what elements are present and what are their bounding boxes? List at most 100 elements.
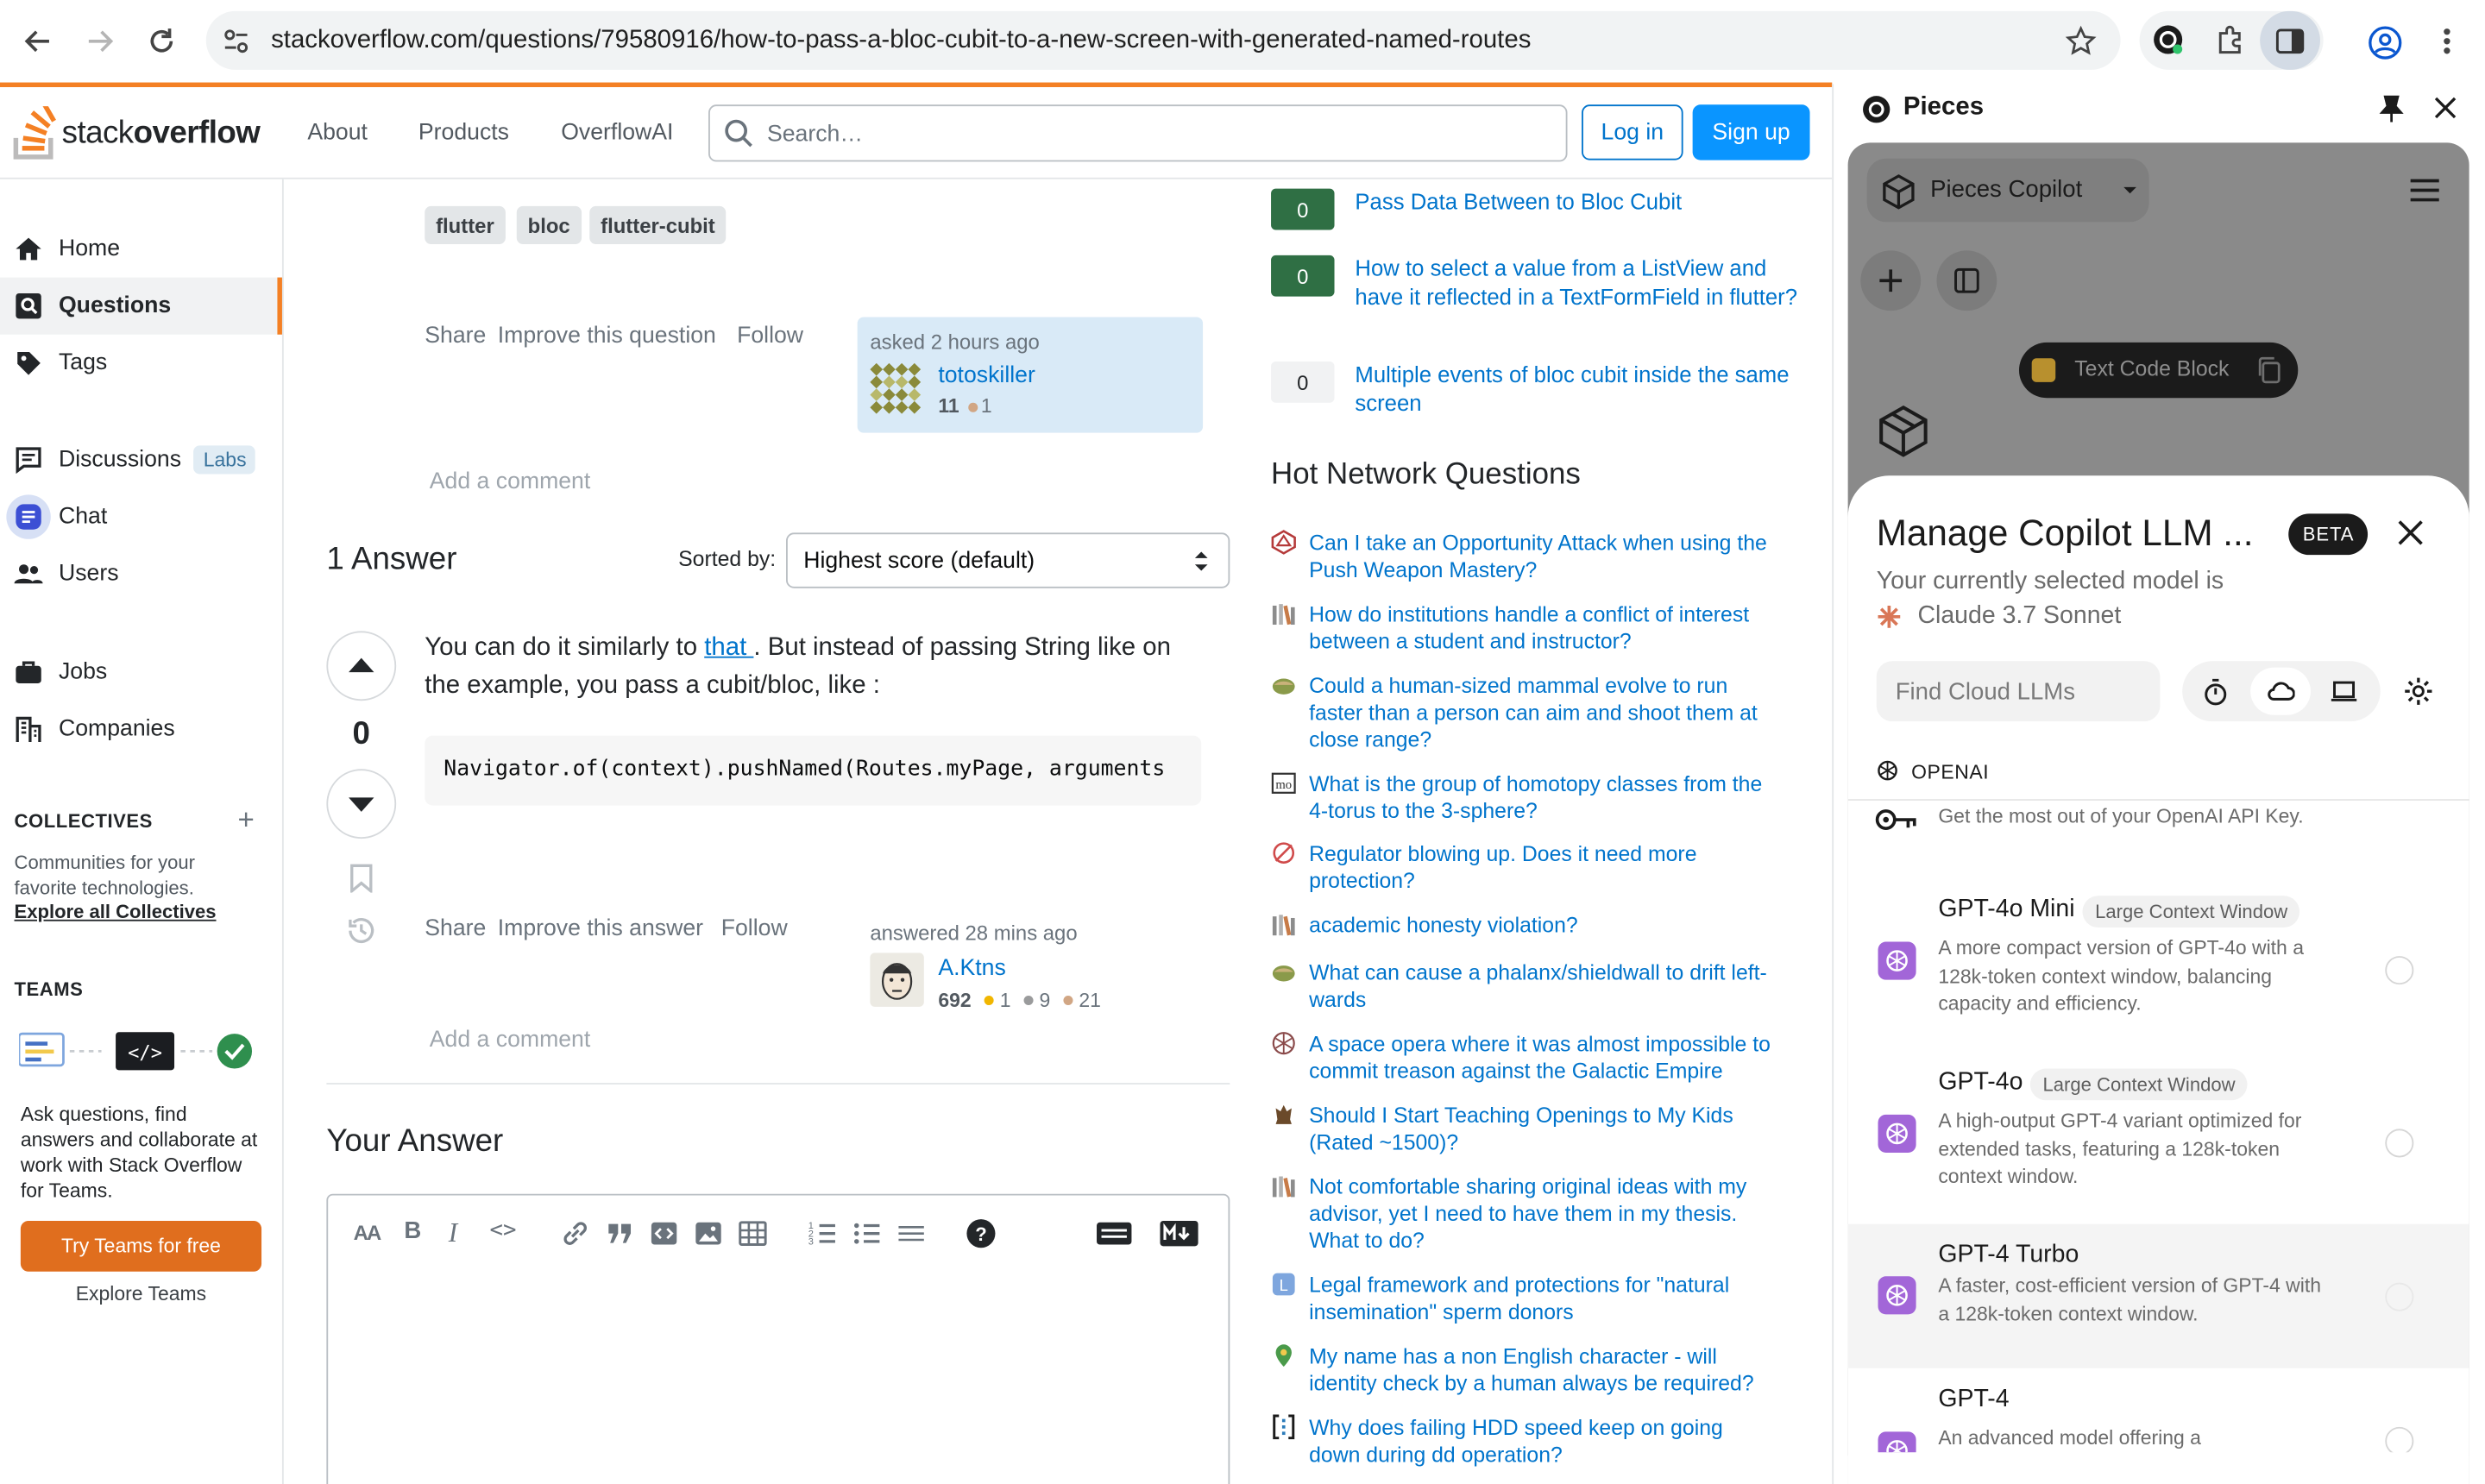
- hnq-item[interactable]: How do institutions handle a conflict of…: [1271, 601, 1778, 657]
- sidebar-item-users[interactable]: Users: [0, 545, 282, 602]
- history-icon[interactable]: [345, 915, 377, 954]
- tag-bloc[interactable]: bloc: [516, 205, 582, 244]
- question-add-comment-link[interactable]: Add a comment: [430, 469, 591, 494]
- menu-kebab-icon[interactable]: [2434, 25, 2459, 57]
- pin-icon[interactable]: [2379, 95, 2404, 131]
- explore-collectives-link[interactable]: Explore all Collectives: [15, 901, 217, 923]
- new-chat-button[interactable]: [1860, 250, 1922, 311]
- answer-improve-link[interactable]: Improve this answer: [498, 916, 703, 941]
- cloud-filter-active[interactable]: [2250, 667, 2311, 715]
- italic-icon[interactable]: I: [449, 1217, 457, 1249]
- image-icon[interactable]: [694, 1219, 722, 1248]
- bookmark-icon[interactable]: [349, 864, 374, 900]
- sidebar-item-questions[interactable]: Questions: [0, 277, 282, 335]
- model-radio[interactable]: [2385, 1129, 2414, 1158]
- model-row-gpt-4[interactable]: GPT-4 An advanced model offering a: [1848, 1386, 2469, 1453]
- sidebar-item-chat[interactable]: Chat: [0, 488, 282, 545]
- nav-products[interactable]: Products: [418, 121, 509, 146]
- model-row-gpt-4-turbo[interactable]: GPT-4 Turbo A faster, cost-efficient ver…: [1847, 1223, 2469, 1368]
- identicon-avatar[interactable]: [870, 362, 923, 417]
- explore-teams-link[interactable]: Explore Teams: [0, 1283, 282, 1305]
- blockquote-icon[interactable]: [606, 1219, 634, 1248]
- model-row-gpt-4o[interactable]: GPT-4o Large Context Window A high-outpu…: [1848, 1068, 2469, 1234]
- sort-select[interactable]: Highest score (default): [786, 532, 1230, 588]
- answerer-avatar[interactable]: [870, 953, 924, 1007]
- stackoverflow-logo[interactable]: stackoverflow: [13, 103, 274, 160]
- hnq-item[interactable]: mo What is the group of homotopy classes…: [1271, 770, 1778, 827]
- answer-share-link[interactable]: Share: [425, 916, 486, 941]
- sidebar-item-companies[interactable]: Companies: [0, 701, 282, 758]
- bold-icon[interactable]: B: [404, 1217, 421, 1244]
- hnq-item[interactable]: Not comfortable sharing original ideas w…: [1271, 1173, 1778, 1259]
- code-icon[interactable]: <>: [490, 1217, 517, 1242]
- hnq-item[interactable]: What can cause a phalanx/shieldwall to d…: [1271, 959, 1778, 1016]
- question-improve-link[interactable]: Improve this question: [498, 324, 716, 349]
- tag-flutter-cubit[interactable]: flutter-cubit: [589, 205, 727, 244]
- bookmark-star-icon[interactable]: [2065, 25, 2097, 57]
- tag-flutter[interactable]: flutter: [425, 205, 506, 244]
- code-block[interactable]: Navigator.of(context).pushNamed(Routes.m…: [425, 735, 1202, 806]
- markdown-mode-icon[interactable]: [1159, 1219, 1200, 1248]
- question-share-link[interactable]: Share: [425, 324, 486, 349]
- hamburger-menu-icon[interactable]: [2407, 176, 2442, 204]
- close-panel-icon[interactable]: [2434, 97, 2457, 127]
- sidebar-item-jobs[interactable]: Jobs: [0, 644, 282, 701]
- find-cloud-llms-input[interactable]: Find Cloud LLMs: [1876, 661, 2161, 722]
- nav-about[interactable]: About: [307, 121, 368, 146]
- link-icon[interactable]: [561, 1219, 589, 1248]
- text-code-block-chip[interactable]: Text Code Block: [2018, 342, 2299, 399]
- login-button[interactable]: Log in: [1582, 104, 1683, 160]
- related-question-3[interactable]: Multiple events of bloc cubit inside the…: [1355, 360, 1790, 417]
- search-input[interactable]: Search…: [708, 104, 1568, 162]
- hnq-item[interactable]: Could a human-sized mammal evolve to run…: [1271, 672, 1778, 758]
- profile-icon[interactable]: [2368, 25, 2402, 60]
- heading-icon[interactable]: AA: [354, 1221, 382, 1245]
- answer-link[interactable]: that: [704, 634, 753, 661]
- forward-arrow-icon[interactable]: [84, 25, 116, 57]
- answerer-name[interactable]: A.Ktns: [938, 956, 1005, 981]
- hnq-item[interactable]: Can I take an Opportunity Attack when us…: [1271, 530, 1778, 587]
- hnq-item[interactable]: academic honesty violation?: [1271, 912, 1778, 940]
- side-panel-toggle[interactable]: [2260, 10, 2320, 70]
- code-block-icon[interactable]: [650, 1219, 678, 1248]
- horizontal-rule-icon[interactable]: [897, 1219, 926, 1248]
- timer-icon[interactable]: [2203, 678, 2228, 706]
- nav-overflowai[interactable]: OverflowAI: [561, 121, 673, 146]
- answer-add-comment-link[interactable]: Add a comment: [430, 1028, 591, 1053]
- hnq-item[interactable]: Should I Start Teaching Openings to My K…: [1271, 1102, 1778, 1159]
- answer-editor[interactable]: AA B I <> 123 ?: [326, 1193, 1230, 1484]
- laptop-icon[interactable]: [2330, 680, 2358, 702]
- pieces-extension-icon[interactable]: [2152, 24, 2184, 56]
- model-radio[interactable]: [2385, 956, 2414, 985]
- copilot-selector[interactable]: Pieces Copilot: [1866, 158, 2149, 223]
- help-icon[interactable]: ?: [966, 1217, 997, 1249]
- reload-icon[interactable]: [146, 25, 178, 57]
- sidebar-item-tags[interactable]: Tags: [0, 335, 282, 392]
- api-key-row[interactable]: Get the most out of your OpenAI API Key.: [1848, 801, 2469, 877]
- toggle-preview-icon[interactable]: [1095, 1219, 1133, 1248]
- site-info-icon[interactable]: [222, 27, 250, 55]
- signup-button[interactable]: Sign up: [1692, 104, 1810, 160]
- hnq-item[interactable]: L Legal framework and protections for "n…: [1271, 1272, 1778, 1329]
- answer-follow-link[interactable]: Follow: [721, 916, 788, 941]
- numbered-list-icon[interactable]: 123: [808, 1219, 837, 1248]
- hnq-item[interactable]: A space opera where it was almost imposs…: [1271, 1030, 1778, 1087]
- hnq-item[interactable]: Why does failing HDD speed keep on going…: [1271, 1414, 1778, 1471]
- close-sheet-icon[interactable]: [2398, 520, 2423, 545]
- toggle-sidebar-button[interactable]: [1936, 250, 1997, 311]
- related-question-2[interactable]: How to select a value from a ListView an…: [1355, 254, 1798, 311]
- extensions-puzzle-icon[interactable]: [2214, 24, 2246, 56]
- try-teams-button[interactable]: Try Teams for free: [20, 1220, 262, 1272]
- table-icon[interactable]: [739, 1219, 767, 1248]
- hnq-item[interactable]: My name has a non English character - wi…: [1271, 1343, 1778, 1399]
- bulleted-list-icon[interactable]: [852, 1219, 881, 1248]
- sidebar-item-home[interactable]: Home: [0, 220, 282, 277]
- downvote-button[interactable]: [326, 769, 397, 839]
- question-follow-link[interactable]: Follow: [737, 324, 803, 349]
- sidebar-item-discussions[interactable]: Discussions Labs: [0, 431, 282, 488]
- hnq-item[interactable]: Regulator blowing up. Does it need more …: [1271, 840, 1778, 897]
- add-collective-icon[interactable]: +: [238, 804, 255, 838]
- model-radio[interactable]: [2385, 1426, 2414, 1453]
- related-question-1[interactable]: Pass Data Between to Bloc Cubit: [1355, 187, 1798, 216]
- model-row-gpt-4o-mini[interactable]: GPT-4o Mini Large Context Window A more …: [1848, 896, 2469, 1060]
